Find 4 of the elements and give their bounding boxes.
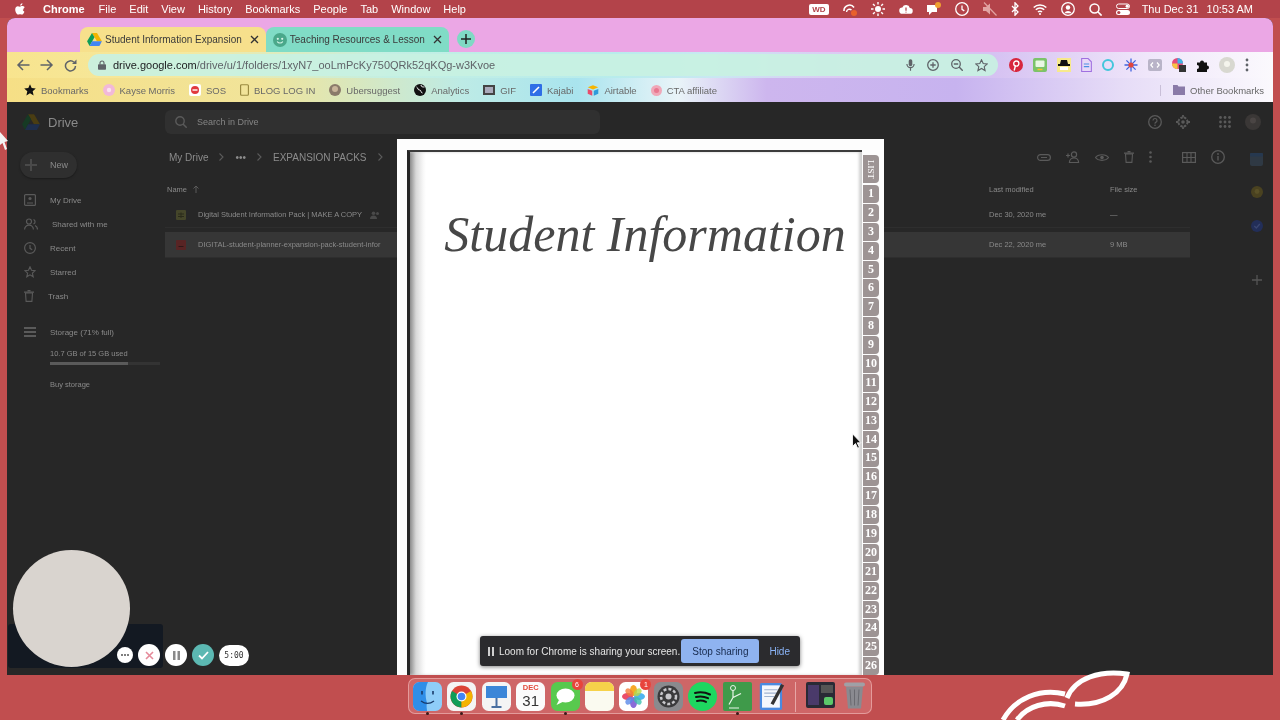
planner-title: Student Information bbox=[444, 205, 846, 263]
app-name: Drive bbox=[48, 114, 79, 130]
calendar-day: 31 bbox=[522, 692, 539, 709]
sharing-message: Loom for Chrome is sharing your screen. bbox=[499, 645, 681, 657]
